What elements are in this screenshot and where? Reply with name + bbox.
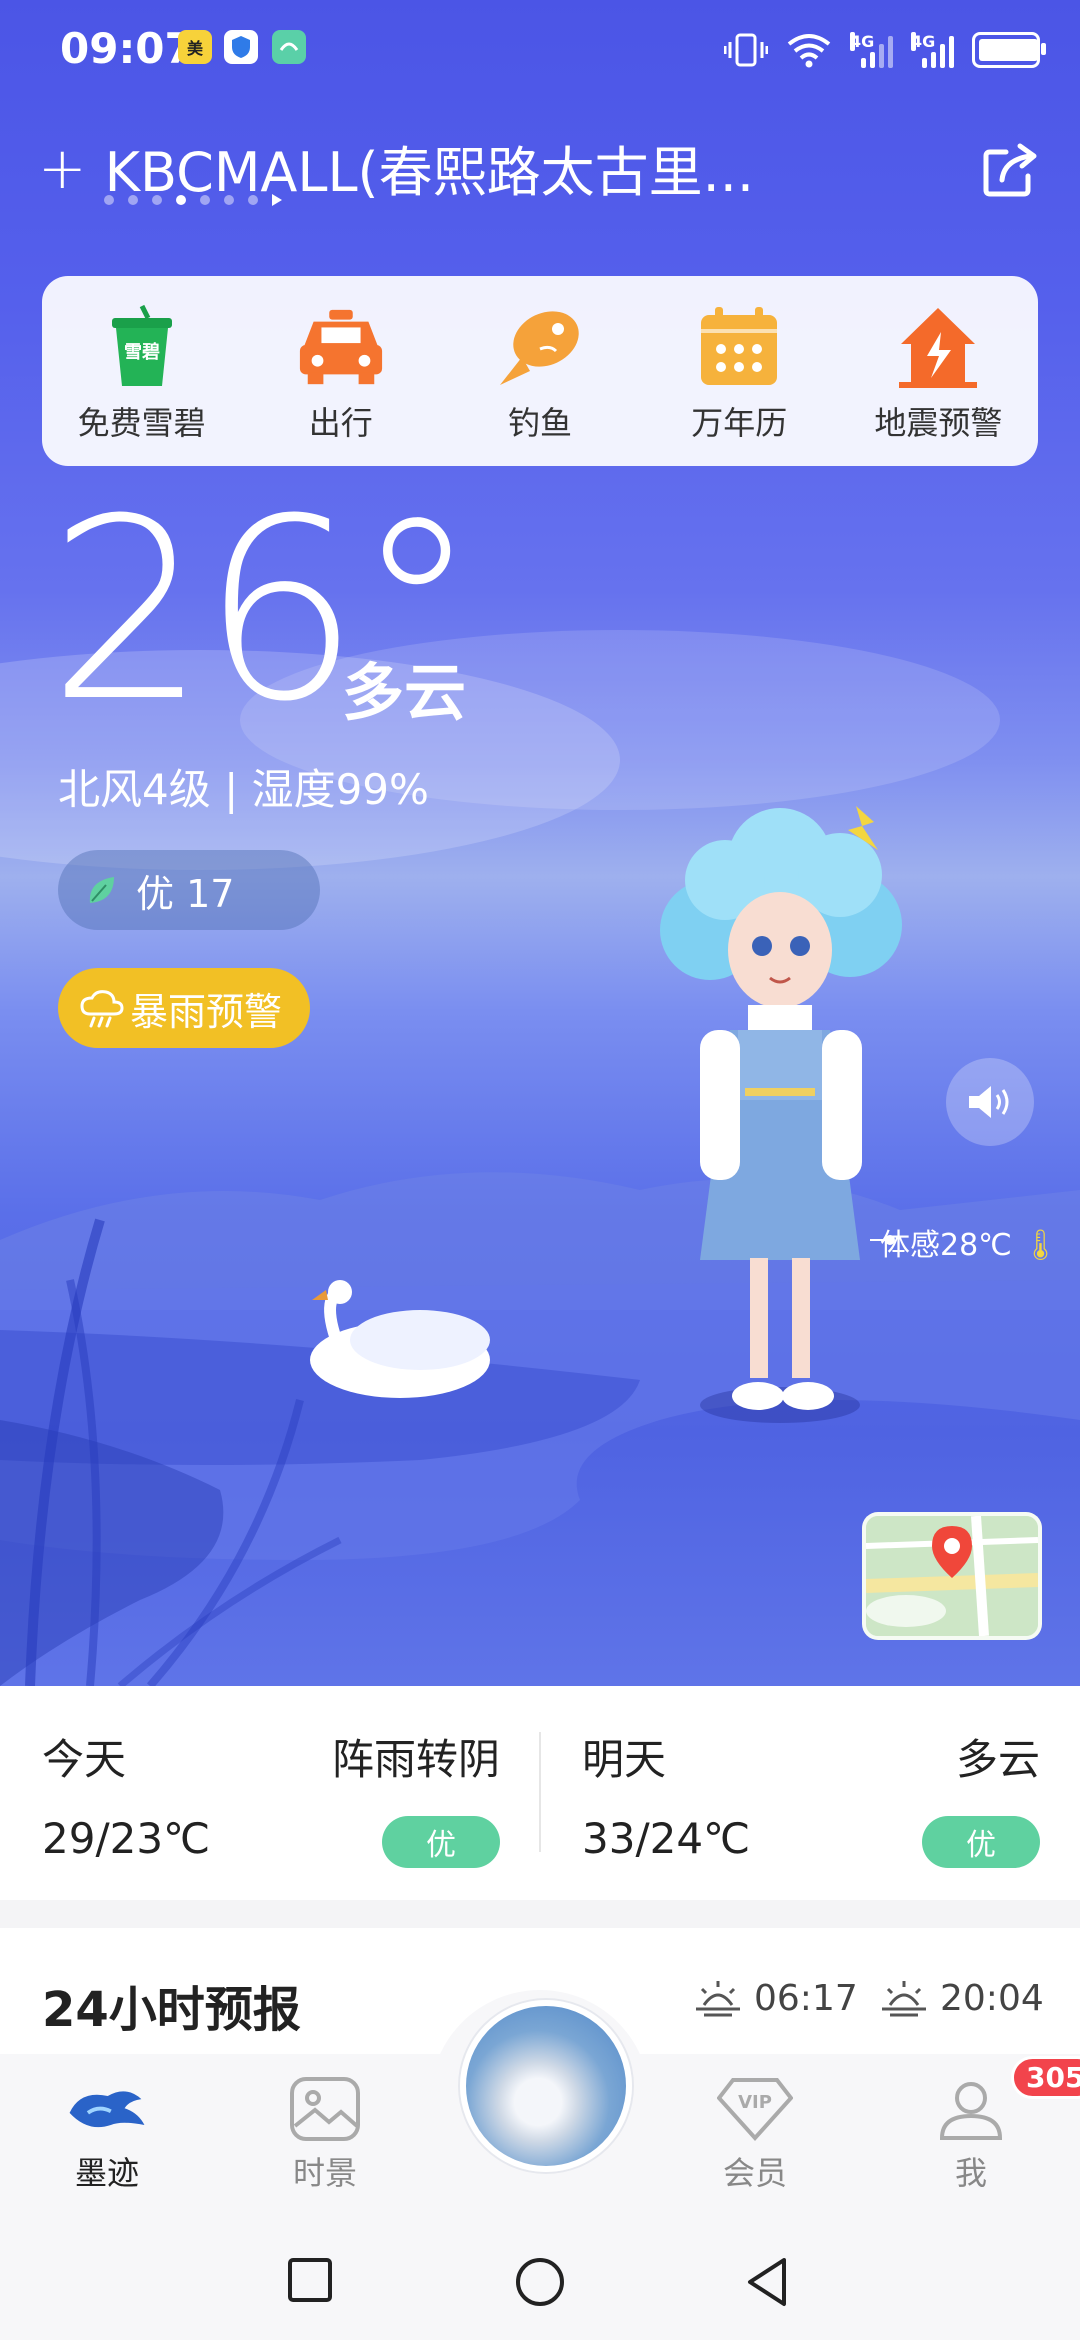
page-dot [200,195,210,205]
speaker-icon [969,1086,1009,1118]
rain-cloud-icon [80,990,124,1028]
thermometer-icon: 🌡 [1021,1228,1060,1263]
tool-free-sprite[interactable]: 雪碧 免费雪碧 [42,276,241,466]
warning-label: 暴雨预警 [130,989,283,1034]
shield-notification-icon [224,30,258,64]
add-city-button[interactable]: + [38,134,87,202]
page-arrow-icon [272,194,282,206]
scene-illustration [0,630,1080,1686]
home-button[interactable] [514,2256,566,2308]
current-condition: 多云 [342,656,467,729]
forecast-today[interactable]: 今天 阵雨转阴 29/23℃ 优 [0,1686,540,1900]
battery-fill [979,39,1038,61]
tool-label: 地震预警 [874,404,1003,442]
forecast-tomorrow[interactable]: 明天 多云 33/24℃ 优 [540,1686,1080,1900]
page-dot [248,195,258,205]
forecast-temps: 29/23℃ [42,1814,211,1863]
page-dot [128,195,138,205]
hourly-title: 24小时预报 [42,1982,301,2038]
taxi-icon [296,302,386,392]
battery-icon [972,32,1046,68]
feels-like-text: 体感28℃ [880,1228,1012,1263]
tool-earthquake-alert[interactable]: 地震预警 [839,276,1038,466]
moji-logo-icon [65,2074,149,2144]
sunrise-time: 06:17 [754,1978,858,2019]
tool-label: 免费雪碧 [77,404,206,442]
forecast-aqi-badge: 优 [382,1816,500,1868]
nav-label: 我 [954,2154,987,2192]
center-scene-button[interactable] [460,2000,632,2172]
nav-label: 时景 [292,2154,357,2192]
sunrise-icon [696,1980,740,2016]
earthquake-house-icon [893,302,983,392]
tool-fishing[interactable]: 钓鱼 [440,276,639,466]
page-dot [152,195,162,205]
back-button[interactable] [744,2256,792,2308]
feels-like-label: 体感28℃ 🌡 [880,1220,1060,1264]
page-dot [224,195,234,205]
nav-item-scenes[interactable]: 时景 [250,2074,400,2194]
calendar-icon [694,302,784,392]
tool-label: 万年历 [691,404,788,442]
signal-1-icon: 4G [850,32,893,68]
map-pin-icon [866,1516,1038,1636]
weather-map-thumbnail[interactable] [862,1512,1042,1640]
share-icon[interactable] [982,140,1040,198]
forecast-day: 明天 [582,1735,667,1784]
nav-item-moji[interactable]: 墨迹 [32,2074,182,2194]
sunset: 20:04 [880,1978,1044,2019]
vibrate-icon [724,33,768,67]
rainstorm-warning-button[interactable]: 暴雨预警 [58,968,310,1048]
voice-broadcast-button[interactable] [946,1058,1034,1146]
user-icon: 305 [929,2056,1080,2144]
page-indicator [104,194,282,206]
cup-icon: 雪碧 [97,302,187,392]
sunrise: 06:17 [694,1978,858,2019]
page-dot [176,195,186,205]
wifi-icon [787,34,831,68]
meituan-notification-icon: 美 [178,30,212,64]
svg-text:VIP: VIP [738,2092,772,2113]
page-dot [104,195,114,205]
nav-item-me[interactable]: 305 我 [896,2056,1080,2194]
status-bar: 09:07 美 4G 4G [0,0,1080,100]
tool-label: 钓鱼 [508,404,573,442]
nav-label: 墨迹 [74,2154,139,2192]
nav-item-vip[interactable]: VIP 会员 [680,2074,830,2194]
status-icons: 4G 4G [724,28,1046,72]
aqi-pill[interactable]: 优 17 [58,850,320,930]
forecast-temps: 33/24℃ [582,1814,751,1863]
sunset-icon [882,1980,926,2016]
forecast-aqi-badge: 优 [922,1816,1040,1868]
weather-hero: 09:07 美 4G 4G + KBCMALL(春熙路太古里... 雪碧 免费雪… [0,0,1080,1686]
wind-humidity: 北风4级 | 湿度99% [58,765,429,814]
daily-forecast: 今天 阵雨转阴 29/23℃ 优 明天 多云 33/24℃ 优 [0,1686,1080,1900]
vip-icon: VIP [713,2074,797,2144]
signal-2-icon: 4G [911,32,954,68]
clock: 09:07 [60,24,194,73]
fish-icon [495,302,585,392]
forecast-condition: 多云 [955,1735,1040,1784]
leaf-icon [89,877,114,903]
notification-badge: 305 [1011,2056,1080,2099]
quick-tools-panel: 雪碧 免费雪碧 出行 钓鱼 万年历 地震预警 [42,276,1038,466]
nav-label: 会员 [722,2154,787,2192]
tool-calendar[interactable]: 万年历 [640,276,839,466]
tool-label: 出行 [308,404,373,442]
aqi-value: 优 17 [136,871,235,916]
svg-text:雪碧: 雪碧 [124,341,160,363]
app-notification-icon [272,30,306,64]
tool-travel[interactable]: 出行 [241,276,440,466]
forecast-condition: 阵雨转阴 [331,1735,500,1784]
recents-button[interactable] [286,2256,334,2304]
photo-icon [283,2074,367,2144]
sunset-time: 20:04 [940,1978,1044,2019]
forecast-day: 今天 [42,1735,127,1784]
